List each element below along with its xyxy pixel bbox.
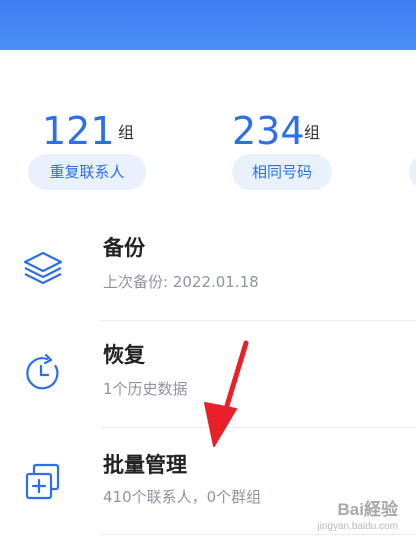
- baidu-watermark: Bai経验 jingyan.baidu.com: [317, 495, 398, 532]
- stat-count: 234: [232, 109, 305, 153]
- stat-unit: 组: [118, 123, 135, 142]
- same-number-pill[interactable]: 相同号码: [232, 154, 332, 190]
- header-band: [0, 0, 416, 50]
- duplicate-contacts-pill[interactable]: 重复联系人: [28, 154, 146, 190]
- third-stat-pill-partial[interactable]: [409, 154, 416, 190]
- backup-subtitle: 上次备份: 2022.01.18: [103, 273, 259, 291]
- app-screen: 121 组 重复联系人 234 组 相同号码 备份 上次备份: 2022.01.…: [0, 0, 416, 542]
- batch-manage-subtitle: 410个联系人，0个群组: [103, 488, 262, 506]
- watermark-main: Bai経验: [337, 500, 398, 519]
- add-copy-icon: [25, 463, 60, 500]
- stat-unit: 组: [304, 123, 321, 142]
- batch-manage-title: 批量管理: [103, 453, 187, 477]
- main-card: 121 组 重复联系人 234 组 相同号码 备份 上次备份: 2022.01.…: [0, 50, 416, 542]
- layers-icon: [23, 251, 63, 285]
- restore-subtitle: 1个历史数据: [103, 380, 188, 398]
- clock-restore-icon: [26, 353, 59, 390]
- watermark-sub: jingyan.baidu.com: [317, 521, 398, 532]
- backup-title: 备份: [103, 236, 145, 260]
- divider: [100, 534, 416, 535]
- stat-count: 121: [42, 109, 115, 153]
- restore-title: 恢复: [103, 343, 145, 367]
